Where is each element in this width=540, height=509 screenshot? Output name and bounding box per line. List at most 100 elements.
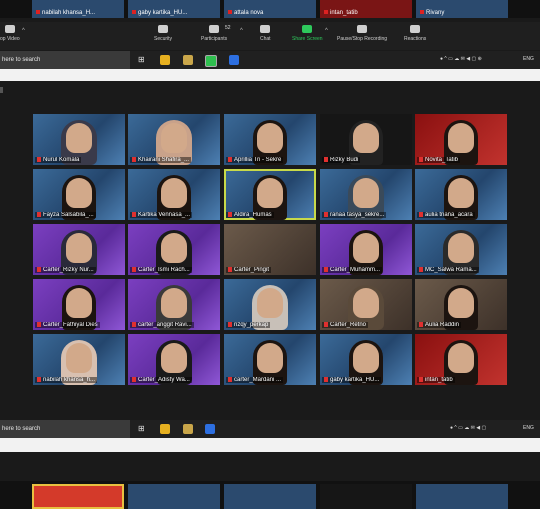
participant-face bbox=[161, 288, 187, 318]
security-button[interactable]: Security bbox=[154, 25, 172, 42]
participant-video-tile[interactable]: carter_Mardani ... bbox=[224, 334, 316, 385]
system-tray-icons[interactable]: ● ^ ▭ ☁ ✉ ◀ ▢ ⊕ bbox=[440, 56, 482, 62]
folder-icon[interactable] bbox=[183, 424, 193, 434]
taskbar-search-box[interactable]: here to search bbox=[0, 51, 130, 69]
zoom-app-icon[interactable] bbox=[229, 55, 239, 65]
participant-name: gaby kartika_HU... bbox=[132, 10, 187, 16]
participant-name-label: aulia triana_acara bbox=[417, 212, 475, 218]
participant-video-tile[interactable]: rizqy_perkap bbox=[224, 279, 316, 330]
stop-video-button[interactable]: op Video bbox=[0, 25, 20, 42]
reactions-label: Reactions bbox=[404, 36, 427, 42]
task-view-icon[interactable]: ⊞ bbox=[138, 424, 145, 433]
participant-video-tile[interactable]: nabilah khansa_h... bbox=[33, 334, 125, 385]
participant-video-tile[interactable]: Fayza Salsabila_... bbox=[33, 169, 125, 220]
participant-video-tile[interactable]: Carter_Pingit bbox=[224, 224, 316, 275]
record-button[interactable]: Pause/Stop Recording bbox=[337, 25, 387, 42]
participant-name-label: Carter_Ismi Rach... bbox=[130, 267, 192, 273]
participant-name-label: nabilah khansa_h... bbox=[35, 377, 98, 383]
participant-name-label: carter_anggit Ravi... bbox=[130, 322, 194, 328]
participant-name-label: Carter_Pingit bbox=[226, 267, 272, 273]
strip-tile[interactable] bbox=[224, 484, 316, 509]
divider bbox=[0, 438, 540, 452]
participant-face bbox=[66, 123, 92, 153]
line-app-icon[interactable] bbox=[205, 55, 217, 67]
system-tray-icons[interactable]: ● ^ ▭ ☁ ✉ ◀ ▢ bbox=[450, 425, 486, 431]
muted-mic-icon bbox=[324, 157, 328, 162]
muted-mic-icon bbox=[228, 322, 232, 327]
participant-video-tile[interactable]: Carter_Retno bbox=[320, 279, 412, 330]
record-label: Pause/Stop Recording bbox=[337, 36, 388, 42]
divider bbox=[0, 69, 540, 81]
muted-mic-icon bbox=[37, 267, 41, 272]
participant-face bbox=[448, 288, 474, 318]
participant-face bbox=[66, 288, 92, 318]
participant-video-tile[interactable]: Aldira_Humas bbox=[224, 169, 316, 220]
strip-tile[interactable]: intan_tatib bbox=[320, 0, 412, 18]
muted-mic-icon bbox=[37, 157, 41, 162]
participant-video-tile[interactable]: aulia triana_acara bbox=[415, 169, 507, 220]
participant-name-label: Khairani Shafira_... bbox=[130, 157, 192, 163]
participant-name: Carter_Pingit bbox=[234, 267, 270, 273]
participant-video-tile[interactable]: gaby kartika_HU... bbox=[320, 334, 412, 385]
strip-tile[interactable]: Rivany bbox=[416, 0, 508, 18]
task-view-icon[interactable]: ⊞ bbox=[138, 55, 145, 64]
muted-mic-icon bbox=[228, 157, 232, 162]
participant-video-tile[interactable]: MC_Salwa Rama... bbox=[415, 224, 507, 275]
chat-label: Chat bbox=[260, 36, 271, 42]
participant-video-tile[interactable]: Nurul Komala bbox=[33, 114, 125, 165]
pause-stop-icon bbox=[357, 25, 368, 33]
participant-name-label: intan_tatib bbox=[417, 377, 455, 383]
participant-video-tile[interactable]: Carter_Rizky Nur... bbox=[33, 224, 125, 275]
participant-name-label: ranaa tasya_sekre... bbox=[322, 212, 387, 218]
participant-video-tile[interactable]: ranaa tasya_sekre... bbox=[320, 169, 412, 220]
language-indicator[interactable]: ENG bbox=[523, 56, 534, 62]
muted-mic-icon bbox=[324, 267, 328, 272]
participant-video-tile[interactable]: Carter_Ismi Rach... bbox=[128, 224, 220, 275]
share-screen-button[interactable]: Share Screen bbox=[292, 25, 323, 42]
participant-name: nabilah khansa_h... bbox=[43, 377, 96, 383]
chrome-icon[interactable] bbox=[160, 55, 170, 65]
participant-video-tile[interactable]: Khairani Shafira_... bbox=[128, 114, 220, 165]
participant-video-tile[interactable]: Carter_Adisty Wa... bbox=[128, 334, 220, 385]
strip-tile[interactable] bbox=[416, 484, 508, 509]
participant-face bbox=[257, 178, 283, 208]
participant-video-tile[interactable]: Aprillia Tri - Sekre bbox=[224, 114, 316, 165]
participant-video-tile[interactable]: Aulia Raddin bbox=[415, 279, 507, 330]
muted-mic-icon bbox=[228, 267, 232, 272]
participant-video-tile[interactable]: Carter_Muhamm... bbox=[320, 224, 412, 275]
participant-video-tile[interactable]: Novita_Tatib bbox=[415, 114, 507, 165]
participant-name: Carter_Fathiyal Dies bbox=[43, 322, 98, 328]
meeting-toolbar: op Video ^ Security Participants 52 ^ Ch… bbox=[0, 22, 540, 50]
chevron-up-icon[interactable]: ^ bbox=[22, 28, 25, 34]
participant-name: Carter_Rizky Nur... bbox=[43, 267, 94, 273]
chevron-up-icon[interactable]: ^ bbox=[325, 28, 328, 34]
strip-tile[interactable]: nabilah khansa_H... bbox=[32, 0, 124, 18]
zoom-app-icon[interactable] bbox=[205, 424, 215, 434]
chrome-icon[interactable] bbox=[160, 424, 170, 434]
muted-mic-icon bbox=[419, 267, 423, 272]
participant-name-label: Rizky Budi bbox=[322, 157, 361, 163]
chat-button[interactable]: Chat bbox=[260, 25, 271, 42]
participant-name: Rivany bbox=[420, 10, 444, 16]
strip-tile[interactable] bbox=[320, 484, 412, 509]
strip-tile[interactable] bbox=[128, 484, 220, 509]
participant-video-tile[interactable]: Rizky Budi bbox=[320, 114, 412, 165]
participant-name-label: rizqy_perkap bbox=[226, 322, 271, 328]
participant-name-label: Carter_Muhamm... bbox=[322, 267, 383, 273]
reactions-button[interactable]: Reactions bbox=[404, 25, 426, 42]
chevron-up-icon[interactable]: ^ bbox=[240, 28, 243, 34]
participant-video-tile[interactable]: intan_tatib bbox=[415, 334, 507, 385]
participant-video-tile[interactable]: carter_anggit Ravi... bbox=[128, 279, 220, 330]
participant-video-tile[interactable]: Kartika Vennasa_... bbox=[128, 169, 220, 220]
strip-tile[interactable] bbox=[32, 484, 124, 509]
share-screen-label: Share Screen bbox=[292, 36, 323, 42]
taskbar-search-box[interactable]: here to search bbox=[0, 420, 130, 438]
strip-tile[interactable]: gaby kartika_HU... bbox=[128, 0, 220, 18]
participants-button[interactable]: Participants bbox=[201, 25, 227, 42]
muted-mic-icon bbox=[419, 377, 423, 382]
participant-video-tile[interactable]: Carter_Fathiyal Dies bbox=[33, 279, 125, 330]
participant-face bbox=[448, 178, 474, 208]
language-indicator[interactable]: ENG bbox=[523, 425, 534, 431]
folder-icon[interactable] bbox=[183, 55, 193, 65]
strip-tile[interactable]: attala nova bbox=[224, 0, 316, 18]
